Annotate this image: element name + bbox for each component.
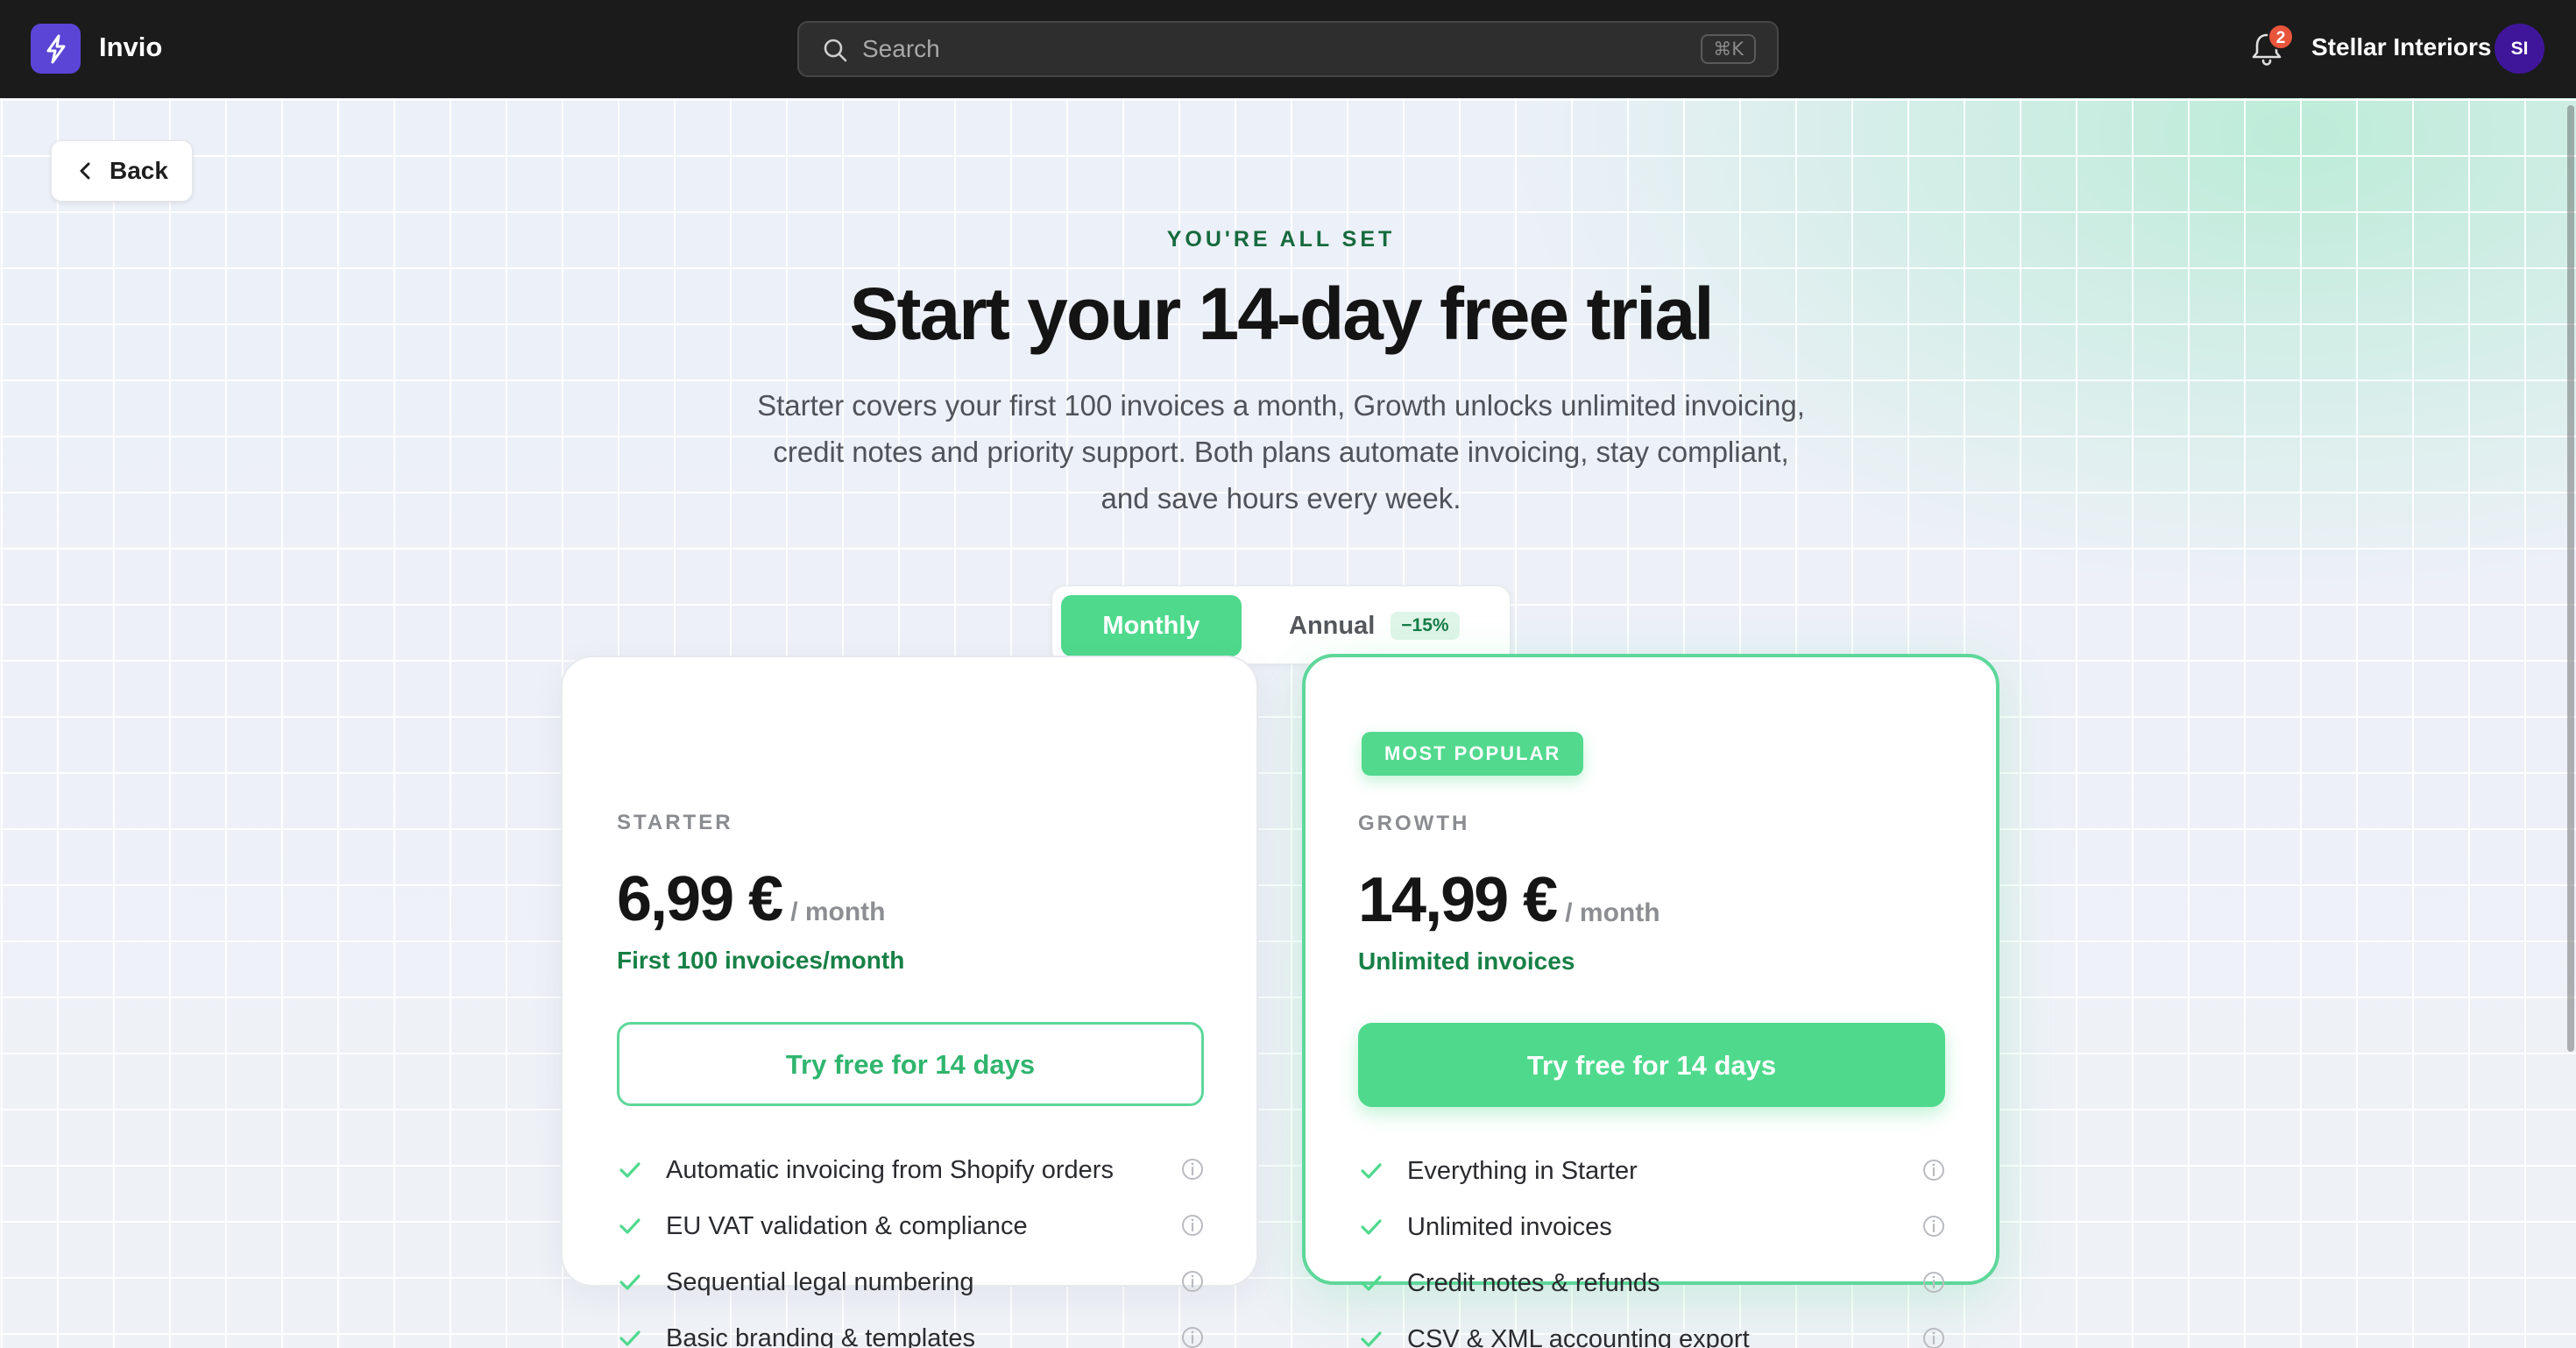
- feature-item: Credit notes & refunds: [1358, 1255, 1947, 1311]
- annual-option[interactable]: Annual −15%: [1289, 607, 1460, 645]
- info-icon[interactable]: [1179, 1324, 1206, 1348]
- search-icon: [824, 39, 847, 62]
- check-icon: [619, 1162, 640, 1178]
- avatar[interactable]: SI: [2495, 24, 2544, 74]
- back-button[interactable]: Back: [51, 140, 193, 202]
- info-icon[interactable]: [1921, 1325, 1947, 1348]
- feature-item: EU VAT validation & compliance: [617, 1198, 1206, 1254]
- main-content: Back YOU'RE ALL SET Start your 14-day fr…: [0, 98, 2576, 1348]
- feature-label: Automatic invoicing from Shopify orders: [666, 1155, 1114, 1184]
- feature-list: Everything in Starter Unlimited invoices…: [1358, 1143, 1947, 1348]
- feature-label: Credit notes & refunds: [1407, 1268, 1660, 1297]
- organization-name[interactable]: Stellar Interiors: [2311, 33, 2491, 61]
- info-icon[interactable]: [1921, 1157, 1947, 1183]
- check-icon: [619, 1218, 640, 1234]
- eyebrow-text: YOU'RE ALL SET: [1166, 227, 1396, 252]
- check-icon: [1361, 1219, 1382, 1235]
- back-button-label: Back: [110, 157, 168, 184]
- price-row: 14,99 € / month: [1358, 864, 1660, 936]
- feature-label: EU VAT validation & compliance: [666, 1211, 1028, 1240]
- page-subtitle: Starter covers your first 100 invoices a…: [757, 389, 1805, 514]
- feature-label: Sequential legal numbering: [666, 1267, 974, 1296]
- check-icon: [1361, 1163, 1382, 1179]
- info-icon[interactable]: [1921, 1213, 1947, 1239]
- plan-period: / month: [1565, 898, 1660, 927]
- scrollbar-thumb[interactable]: [2567, 105, 2574, 1052]
- plan-price: 6,99 €: [617, 864, 783, 934]
- check-icon: [619, 1274, 640, 1290]
- info-icon[interactable]: [1179, 1156, 1206, 1182]
- check-icon: [1361, 1275, 1382, 1291]
- plan-name: STARTER: [617, 811, 733, 834]
- page-title: Start your 14-day free trial: [849, 273, 1714, 355]
- app-name: Invio: [99, 32, 163, 62]
- app-logo[interactable]: [31, 24, 81, 74]
- plan-quota: Unlimited invoices: [1358, 947, 1575, 975]
- chevron-left-icon: [80, 162, 90, 180]
- notification-count-badge: 2: [2268, 24, 2294, 50]
- billing-period-toggle: Monthly Annual −15%: [1051, 585, 1511, 664]
- info-icon[interactable]: [1179, 1212, 1206, 1238]
- feature-item: Sequential legal numbering: [617, 1254, 1206, 1310]
- feature-item: CSV & XML accounting export: [1358, 1311, 1947, 1348]
- most-popular-badge: MOST POPULAR: [1362, 732, 1584, 776]
- feature-item: Basic branding & templates: [617, 1310, 1206, 1348]
- feature-label: Everything in Starter: [1407, 1156, 1638, 1185]
- top-bar: Invio ⌘K 2 Stellar Interiors SI: [0, 0, 2576, 98]
- scrollbar[interactable]: [2565, 98, 2576, 1348]
- starter-trial-button[interactable]: Try free for 14 days: [617, 1022, 1204, 1106]
- feature-item: Everything in Starter: [1358, 1143, 1947, 1199]
- price-row: 6,99 € / month: [617, 863, 886, 935]
- feature-label: CSV & XML accounting export: [1407, 1324, 1750, 1348]
- info-icon[interactable]: [1921, 1269, 1947, 1295]
- plan-quota: First 100 invoices/month: [617, 947, 905, 974]
- feature-item: Automatic invoicing from Shopify orders: [617, 1142, 1206, 1198]
- check-icon: [1361, 1331, 1382, 1347]
- search-bar[interactable]: ⌘K: [797, 21, 1779, 77]
- growth-trial-button[interactable]: Try free for 14 days: [1358, 1023, 1945, 1107]
- plan-price: 14,99 €: [1358, 865, 1558, 935]
- lightning-logo-icon: [46, 34, 65, 63]
- search-shortcut-hint: ⌘K: [1701, 34, 1756, 64]
- plan-period: / month: [790, 897, 886, 926]
- monthly-option[interactable]: Monthly: [1061, 595, 1242, 656]
- info-icon[interactable]: [1179, 1268, 1206, 1295]
- plan-name: GROWTH: [1358, 812, 1470, 835]
- plan-card-starter: STARTER 6,99 € / month First 100 invoice…: [561, 656, 1258, 1348]
- feature-item: Unlimited invoices: [1358, 1199, 1947, 1255]
- annual-option-label: Annual: [1289, 611, 1376, 640]
- feature-label: Basic branding & templates: [666, 1323, 976, 1348]
- feature-label: Unlimited invoices: [1407, 1212, 1612, 1241]
- annual-discount-badge: −15%: [1391, 612, 1460, 640]
- feature-list: Automatic invoicing from Shopify orders …: [617, 1142, 1206, 1348]
- search-input[interactable]: [862, 30, 1651, 68]
- check-icon: [619, 1330, 640, 1346]
